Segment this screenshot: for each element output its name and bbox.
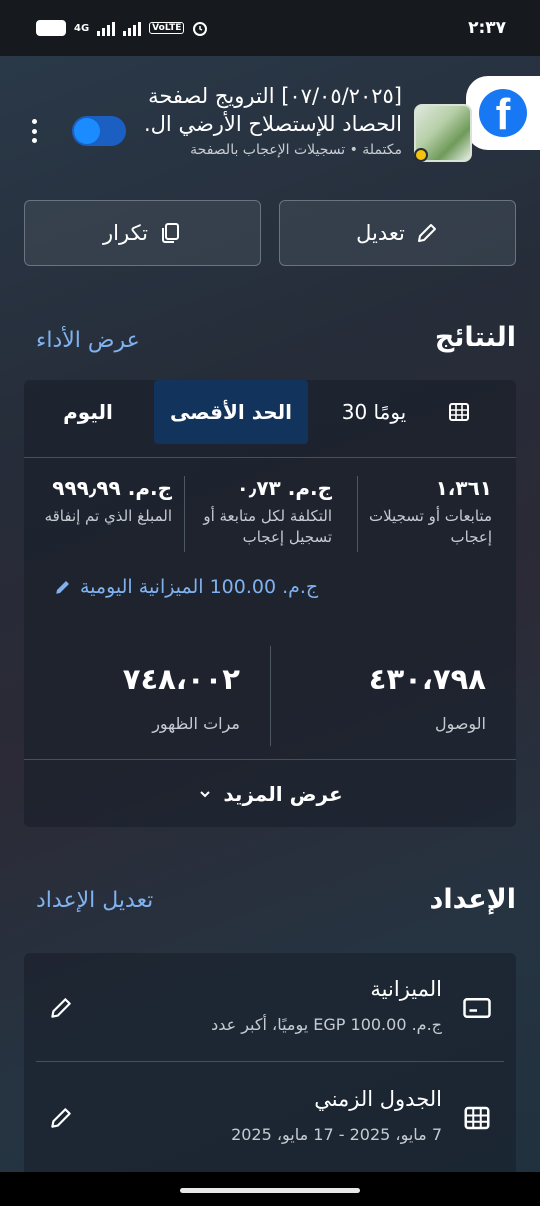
battery-level: ٢٠ <box>44 22 58 34</box>
date-range-tabs: اليوم الحد الأقصى 30 يومًا <box>24 380 516 458</box>
calendar-table-icon <box>464 1106 490 1130</box>
metric-likes-label: متابعات أو تسجيلات إعجاب <box>368 507 492 546</box>
impressions-metric: ٧٤٨،٠٠٢ مرات الظهور <box>60 662 240 733</box>
duplicate-label: تكرار <box>103 221 149 245</box>
schedule-row[interactable]: الجدول الزمني 7 مايو، 2025 - 17 مايو، 20… <box>24 1063 516 1173</box>
metric-cost-value: ج.م. ٠٫٧٣ <box>236 476 332 500</box>
reach-label: الوصول <box>434 714 486 733</box>
metric-cost-label: التكلفة لكل متابعة أو تسجيل إعجاب <box>203 507 332 546</box>
reach-metric: ٤٣٠،٧٩٨ الوصول <box>306 662 486 733</box>
metric-cost: ج.م. ٠٫٧٣ التكلفة لكل متابعة أو تسجيل إع… <box>186 476 332 548</box>
budget-title: الميزانية <box>370 977 442 1001</box>
page-thumbnail[interactable] <box>414 104 472 162</box>
divider <box>357 476 358 552</box>
see-more-label: عرض المزيد <box>223 781 343 806</box>
ad-info[interactable]: [٠٧/٠٥/٢٠٢٥] الترويج لصفحة الحصاد للإستص… <box>132 82 402 158</box>
daily-budget-link[interactable]: ج.م. 100.00 الميزانية اليومية <box>54 576 318 598</box>
divider <box>270 646 271 746</box>
metric-spent: ج.م. ٩٩٩٫٩٩ المبلغ الذي تم إنفاقه <box>30 476 172 527</box>
ad-status: مكتملة • تسجيلات الإعجاب بالصفحة <box>190 142 402 158</box>
pencil-icon[interactable] <box>48 995 74 1021</box>
signal-icon <box>97 20 116 36</box>
battery-icon: ٢٠ <box>36 20 66 36</box>
metric-likes: ١،٣٦١ متابعات أو تسجيلات إعجاب <box>350 476 492 548</box>
budget-row[interactable]: الميزانية ج.م. EGP 100.00 يوميًا، أكبر ع… <box>24 953 516 1063</box>
clock: ٢:٣٧ <box>468 18 506 38</box>
credit-card-icon <box>463 998 491 1018</box>
edit-button[interactable]: تعديل <box>279 200 516 266</box>
edit-pencil-icon <box>56 581 69 594</box>
facebook-badge: f <box>466 76 540 150</box>
duplicate-button[interactable]: تكرار <box>24 200 261 266</box>
tab-30-days[interactable]: 30 يومًا <box>324 380 424 444</box>
facebook-icon: f <box>479 89 527 137</box>
ad-header: f [٠٧/٠٥/٢٠٢٥] الترويج لصفحة الحصاد للإس… <box>0 56 540 176</box>
results-title: النتائج <box>434 322 516 353</box>
view-performance-link[interactable]: عرض الأداء <box>36 328 140 353</box>
status-bar: ٢٠ 4G VoLTE ٢:٣٧ <box>0 0 540 56</box>
system-nav-bar <box>0 1172 540 1206</box>
table-icon[interactable] <box>436 380 482 444</box>
edit-label: تعديل <box>356 221 405 245</box>
see-more-button[interactable]: عرض المزيد <box>24 760 516 827</box>
budget-value: ج.م. EGP 100.00 يوميًا، أكبر عدد <box>211 1015 442 1034</box>
metric-spent-label: المبلغ الذي تم إنفاقه <box>44 507 172 525</box>
tab-today[interactable]: اليوم <box>24 380 152 444</box>
divider <box>184 476 185 552</box>
chevron-down-icon <box>200 790 211 797</box>
setup-title: الإعداد <box>429 884 516 915</box>
volte-badge: VoLTE <box>149 22 185 34</box>
toggle-knob <box>74 118 100 144</box>
impressions-label: مرات الظهور <box>152 714 240 733</box>
status-icons: ٢٠ 4G VoLTE <box>36 20 208 36</box>
setup-card: الميزانية ج.م. EGP 100.00 يوميًا، أكبر ع… <box>24 953 516 1183</box>
alarm-icon <box>193 22 208 36</box>
metric-likes-value: ١،٣٦١ <box>435 476 492 500</box>
schedule-value: 7 مايو، 2025 - 17 مايو، 2025 <box>231 1125 442 1144</box>
ad-title: [٠٧/٠٥/٢٠٢٥] الترويج لصفحة الحصاد للإستص… <box>144 84 402 136</box>
status-dot-icon <box>414 148 428 162</box>
more-options-icon[interactable] <box>24 116 44 146</box>
divider <box>36 1061 504 1062</box>
home-gesture-handle[interactable] <box>180 1188 360 1193</box>
pencil-icon[interactable] <box>48 1105 74 1131</box>
daily-budget-text: ج.م. 100.00 الميزانية اليومية <box>80 576 319 598</box>
impressions-value: ٧٤٨،٠٠٢ <box>122 662 240 696</box>
edit-setup-link[interactable]: تعديل الإعداد <box>36 888 153 913</box>
metric-spent-value: ج.م. ٩٩٩٫٩٩ <box>52 476 172 500</box>
schedule-title: الجدول الزمني <box>314 1087 442 1111</box>
results-card: اليوم الحد الأقصى 30 يومًا ١،٣٦١ متابعات… <box>24 380 516 827</box>
signal-icon-2 <box>123 20 142 36</box>
reach-value: ٤٣٠،٧٩٨ <box>368 662 486 696</box>
ad-active-toggle[interactable] <box>72 116 126 146</box>
tab-maximum[interactable]: الحد الأقصى <box>154 380 308 444</box>
pencil-icon <box>417 224 436 242</box>
copy-icon <box>162 223 180 243</box>
network-type: 4G <box>74 22 90 34</box>
